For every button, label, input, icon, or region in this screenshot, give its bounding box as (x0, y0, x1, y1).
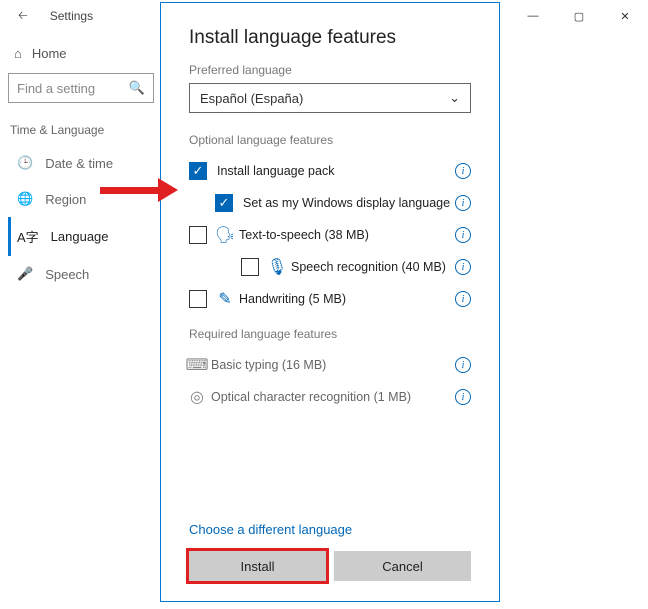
sidebar-home[interactable]: ⌂ Home (8, 38, 158, 69)
keyboard-icon: ⌨ (189, 357, 205, 373)
feature-label: Set as my Windows display language (243, 196, 455, 210)
search-icon: 🔍 (129, 80, 145, 96)
find-placeholder: Find a setting (17, 81, 95, 96)
handwriting-icon: ✎ (217, 291, 233, 307)
mic-icon: 🎙 (269, 259, 285, 275)
globe-icon: 🌐 (17, 191, 33, 207)
sidebar-item-label: Date & time (45, 156, 113, 171)
feature-install-language-pack[interactable]: ✓ Install language pack i (189, 155, 471, 187)
checkbox-unchecked-icon[interactable] (189, 226, 207, 244)
feature-label: Speech recognition (40 MB) (291, 260, 455, 274)
required-ocr: ◎ Optical character recognition (1 MB) i (189, 381, 471, 413)
find-setting-input[interactable]: Find a setting 🔍 (8, 73, 154, 103)
install-language-dialog: Install language features Preferred lang… (160, 2, 500, 602)
info-icon[interactable]: i (455, 291, 471, 307)
close-button[interactable]: ✕ (602, 0, 648, 32)
language-icon: A字 (17, 227, 39, 246)
sidebar-item-label: Speech (45, 267, 89, 282)
info-icon[interactable]: i (455, 357, 471, 373)
optional-features-header: Optional language features (189, 133, 471, 147)
checkbox-unchecked-icon[interactable] (241, 258, 259, 276)
feature-label: Optical character recognition (1 MB) (211, 390, 455, 404)
cancel-button[interactable]: Cancel (334, 551, 471, 581)
info-icon[interactable]: i (455, 195, 471, 211)
checkbox-unchecked-icon[interactable] (189, 290, 207, 308)
feature-handwriting[interactable]: ✎ Handwriting (5 MB) i (189, 283, 471, 315)
ocr-icon: ◎ (189, 389, 205, 405)
feature-label: Install language pack (217, 164, 455, 178)
window-controls: — ▢ ✕ (510, 0, 648, 32)
preferred-language-label: Preferred language (189, 63, 471, 77)
feature-label: Basic typing (16 MB) (211, 358, 455, 372)
sidebar-item-label: Region (45, 192, 86, 207)
home-icon: ⌂ (14, 46, 22, 61)
feature-text-to-speech[interactable]: 🗣 Text-to-speech (38 MB) i (189, 219, 471, 251)
info-icon[interactable]: i (455, 227, 471, 243)
sidebar-item-region[interactable]: 🌐 Region (8, 181, 158, 217)
feature-label: Text-to-speech (38 MB) (239, 228, 455, 242)
feature-speech-recognition[interactable]: 🎙 Speech recognition (40 MB) i (189, 251, 471, 283)
info-icon[interactable]: i (455, 163, 471, 179)
maximize-button[interactable]: ▢ (556, 0, 602, 32)
sidebar-item-language[interactable]: A字 Language (8, 217, 158, 256)
back-icon[interactable]: 🡠 (18, 6, 28, 27)
sidebar-item-label: Language (51, 229, 109, 244)
dialog-title: Install language features (189, 27, 471, 49)
info-icon[interactable]: i (455, 389, 471, 405)
feature-label: Handwriting (5 MB) (239, 292, 455, 306)
install-button[interactable]: Install (189, 551, 326, 581)
sidebar: ⌂ Home Find a setting 🔍 Time & Language … (8, 32, 158, 456)
mic-icon: 🎤 (17, 266, 33, 282)
chevron-down-icon: ⌄ (449, 90, 460, 106)
preferred-language-select[interactable]: Español (España) ⌄ (189, 83, 471, 113)
choose-different-language-link[interactable]: Choose a different language (189, 522, 471, 537)
tts-icon: 🗣 (217, 227, 233, 243)
feature-display-language[interactable]: ✓ Set as my Windows display language i (189, 187, 471, 219)
checkbox-checked-icon[interactable]: ✓ (189, 162, 207, 180)
home-label: Home (32, 46, 67, 61)
info-icon[interactable]: i (455, 259, 471, 275)
required-basic-typing: ⌨ Basic typing (16 MB) i (189, 349, 471, 381)
sidebar-section-header: Time & Language (8, 117, 158, 145)
clock-icon: 🕒 (17, 155, 33, 171)
checkbox-checked-icon[interactable]: ✓ (215, 194, 233, 212)
preferred-language-value: Español (España) (200, 91, 303, 106)
required-features-header: Required language features (189, 327, 471, 341)
window-title: Settings (50, 9, 93, 23)
sidebar-item-date-time[interactable]: 🕒 Date & time (8, 145, 158, 181)
sidebar-item-speech[interactable]: 🎤 Speech (8, 256, 158, 292)
minimize-button[interactable]: — (510, 0, 556, 32)
dialog-buttons: Install Cancel (189, 551, 471, 581)
